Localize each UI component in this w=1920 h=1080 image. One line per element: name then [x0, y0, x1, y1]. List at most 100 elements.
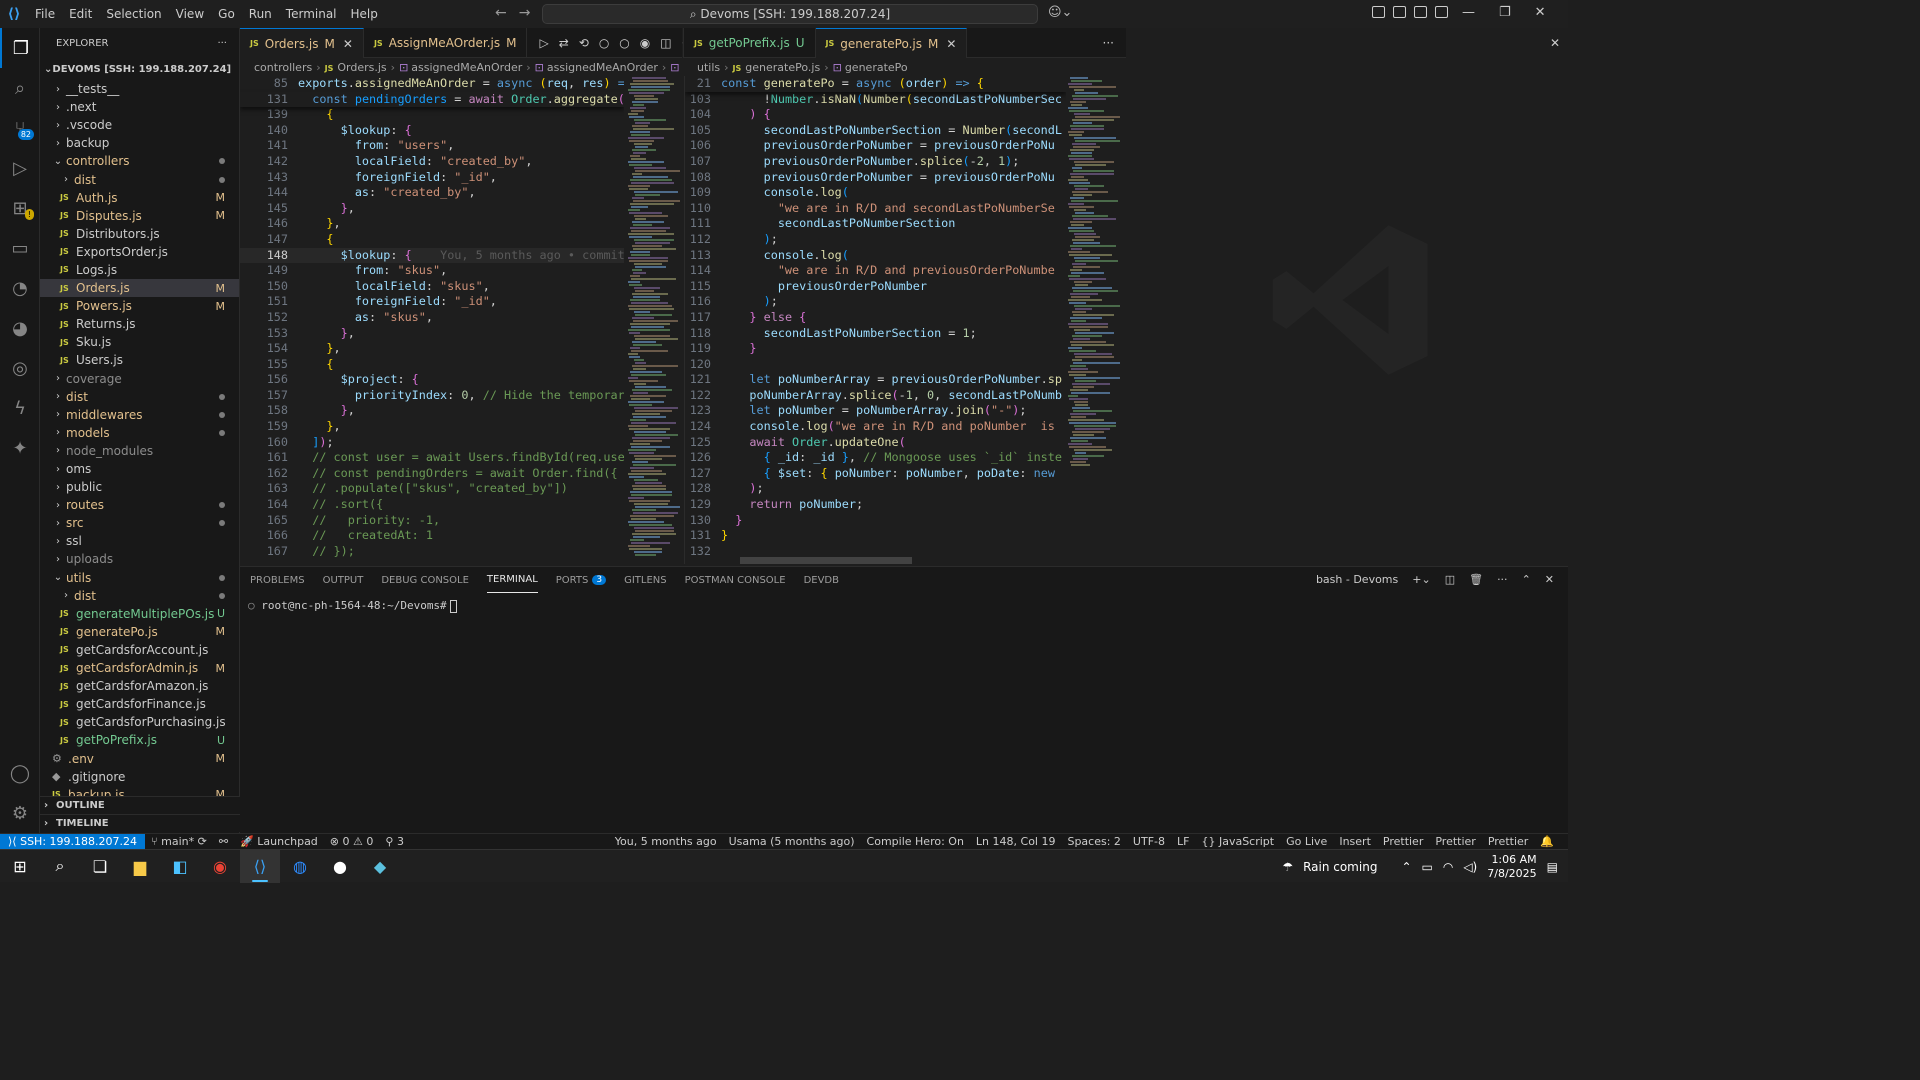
folder-item[interactable]: › .next [40, 98, 239, 116]
explorer-icon[interactable]: ❐ [0, 28, 40, 68]
terminal-shell-label[interactable]: bash - Devoms [1316, 573, 1398, 586]
panel-tab-ports[interactable]: PORTS 3 [556, 567, 607, 593]
menu-run[interactable]: Run [242, 7, 279, 21]
battery-icon[interactable]: ▭ [1422, 860, 1433, 874]
split-editor-icon[interactable]: ◫ [660, 36, 671, 50]
maximize-panel-icon[interactable]: ⌃ [1522, 573, 1531, 586]
file-item[interactable]: JS getPoPrefix.js U [40, 731, 239, 749]
task-view-icon[interactable]: ❏ [80, 850, 120, 883]
folder-item[interactable]: › backup [40, 134, 239, 152]
terminal-output[interactable]: ○ root@nc-ph-1564-48:~/Devoms# [248, 599, 457, 613]
breadcrumb-item[interactable]: controllers [254, 61, 312, 74]
outline-section[interactable]: › OUTLINE [40, 796, 240, 814]
customize-layout-icon[interactable] [1372, 6, 1385, 18]
git-graph-icon[interactable]: ⚯ [213, 835, 234, 848]
file-explorer-icon[interactable]: ▆ [120, 850, 160, 883]
breadcrumb-item[interactable]: utils [697, 61, 720, 74]
weather-label[interactable]: Rain coming [1303, 860, 1377, 874]
run-icon[interactable]: ▷ [539, 36, 548, 50]
menu-help[interactable]: Help [344, 7, 385, 21]
folder-item[interactable]: › oms [40, 460, 239, 478]
remote-indicator[interactable]: ⟩⟨ SSH: 199.188.207.24 [0, 833, 146, 850]
file-item[interactable]: JS Orders.js M [40, 279, 239, 298]
command-center[interactable]: ⌕ Devoms [SSH: 199.188.207.24] [542, 4, 1038, 24]
notification-icon[interactable]: ▤ [1547, 860, 1558, 874]
folder-item[interactable]: › node_modules [40, 442, 239, 460]
back-arrow-icon[interactable]: ← [495, 5, 507, 21]
status-item[interactable]: Ln 148, Col 19 [970, 835, 1062, 848]
file-item[interactable]: JS Disputes.js M [40, 207, 239, 225]
toggle-sidebar-icon[interactable] [1393, 6, 1406, 18]
close-tab-icon[interactable]: ✕ [343, 37, 353, 51]
breadcrumb-item[interactable]: ⊡ generatePo [833, 61, 908, 74]
file-item[interactable]: JS Logs.js [40, 261, 239, 279]
left-minimap[interactable] [628, 76, 680, 564]
folder-item[interactable]: › dist [40, 587, 239, 605]
breadcrumb-item[interactable]: ⊡pend [670, 61, 682, 74]
file-item[interactable]: JS Users.js [40, 351, 239, 369]
status-item[interactable]: You, 5 months ago [609, 835, 723, 848]
forward-arrow-icon[interactable]: → [519, 5, 531, 21]
kill-terminal-icon[interactable]: 🗑 [1469, 573, 1483, 586]
folder-item[interactable]: › .vscode [40, 116, 239, 134]
folder-item[interactable]: › routes [40, 496, 239, 514]
split-terminal-icon[interactable]: ◫ [1445, 573, 1455, 586]
minimize-icon[interactable]: — [1462, 5, 1475, 20]
thunder-client-icon[interactable]: ϟ [0, 388, 40, 428]
wifi-icon[interactable]: ◠ [1443, 860, 1453, 874]
remote-explorer-icon[interactable]: ▭ [0, 228, 40, 268]
more-actions-icon[interactable]: ··· [217, 38, 227, 49]
launchpad-indicator[interactable]: 🚀 Launchpad [234, 835, 324, 848]
status-item[interactable]: Prettier [1482, 835, 1534, 848]
close-window-icon[interactable]: ✕ [1535, 5, 1546, 20]
store-icon[interactable]: ◧ [160, 850, 200, 883]
extensions-icon[interactable]: ⊞! [0, 188, 40, 228]
tab-generatepo[interactable]: JS generatePo.js M ✕ [815, 28, 968, 58]
status-item[interactable]: Usama (5 months ago) [723, 835, 861, 848]
ports-indicator[interactable]: ⚲ 3 [379, 835, 410, 848]
close-panel-icon[interactable]: ✕ [1545, 573, 1554, 586]
panel-tab-terminal[interactable]: TERMINAL [486, 567, 538, 593]
folder-item[interactable]: ⌄ controllers [40, 152, 239, 170]
clock[interactable]: 1:06 AM 7/8/2025 [1487, 853, 1536, 881]
problems-indicator[interactable]: ⊗ 0 ⚠ 0 [324, 835, 380, 848]
panel-tab-postman-console[interactable]: POSTMAN CONSOLE [685, 567, 786, 593]
account-icon[interactable]: ◯ [0, 753, 40, 793]
status-item[interactable]: UTF-8 [1127, 835, 1171, 848]
menu-file[interactable]: File [28, 7, 62, 21]
postman-icon[interactable]: ◕ [0, 308, 40, 348]
folder-item[interactable]: › __tests__ [40, 80, 239, 98]
weather-icon[interactable]: ☂ [1282, 860, 1293, 874]
status-item[interactable]: Spaces: 2 [1061, 835, 1126, 848]
status-item[interactable]: LF [1171, 835, 1195, 848]
gitlens-inspect-icon[interactable]: ◉ [640, 36, 650, 50]
next-change-icon[interactable]: ○ [619, 36, 629, 50]
status-item[interactable]: Insert [1333, 835, 1377, 848]
right-minimap[interactable] [1068, 76, 1120, 476]
vscode-taskbar-icon[interactable]: ⟨⟩ [240, 849, 280, 883]
menu-view[interactable]: View [169, 7, 211, 21]
file-item[interactable]: JS generateMultiplePOs.js U [40, 605, 239, 623]
run-debug-icon[interactable]: ▷ [0, 148, 40, 188]
file-item[interactable]: JS Returns.js [40, 315, 239, 333]
source-control-icon[interactable]: ⑂ 82 [0, 108, 40, 148]
panel-tab-debug-console[interactable]: DEBUG CONSOLE [381, 567, 469, 593]
file-item[interactable]: JS getCardsforPurchasing.js [40, 713, 239, 731]
folder-item[interactable]: › public [40, 478, 239, 496]
close-tab-icon[interactable]: ✕ [946, 37, 956, 51]
folder-item[interactable]: › models [40, 424, 239, 442]
left-code-editor[interactable]: 85 exports.assignedMeAnOrder = async (req… [240, 76, 624, 564]
toggle-panel-icon[interactable] [1414, 6, 1427, 18]
python-icon[interactable]: ✦ [0, 428, 40, 468]
restore-icon[interactable]: ❐ [1499, 5, 1511, 20]
app-icon[interactable]: ● [320, 850, 360, 883]
file-item[interactable]: JS Auth.js M [40, 189, 239, 207]
panel-tab-gitlens[interactable]: GITLENS [624, 567, 667, 593]
search-view-icon[interactable]: ⌕ [0, 68, 40, 108]
file-item[interactable]: JS ExportsOrder.js [40, 243, 239, 261]
right-more-icon[interactable]: ··· [1091, 28, 1126, 57]
folder-item[interactable]: › coverage [40, 370, 239, 388]
right-code-editor[interactable]: 21 const generatePo = async (order) => {1… [684, 76, 1066, 564]
timeline-back-icon[interactable]: ⟲ [579, 36, 589, 50]
prev-change-icon[interactable]: ○ [599, 36, 609, 50]
